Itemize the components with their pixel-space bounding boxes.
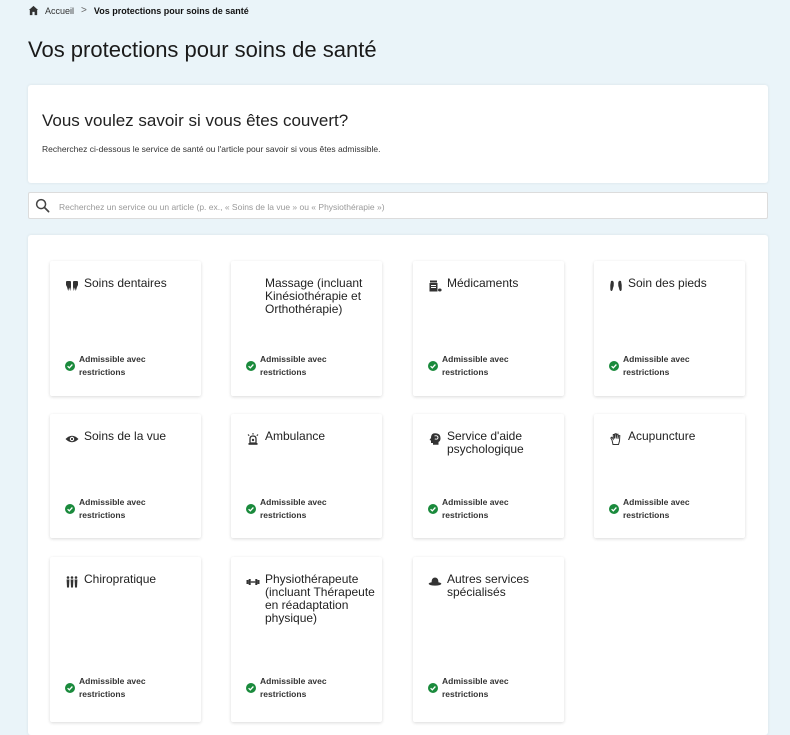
status-text: Admissible avec restrictions — [79, 497, 146, 520]
tile-title: Médicaments — [447, 276, 519, 290]
tile-title: Service d'aide psychologique — [447, 429, 524, 456]
status-badge: Admissible avec restrictions — [609, 353, 703, 379]
intro-text: Recherchez ci-dessous le service de sant… — [42, 144, 381, 154]
status-text: Admissible avec restrictions — [79, 354, 146, 377]
status-badge: Admissible avec restrictions — [609, 496, 703, 522]
tile-title: Ambulance — [265, 429, 326, 443]
search-icon — [35, 198, 50, 213]
page-title: Vos protections pour soins de santé — [28, 37, 377, 62]
intro-heading: Vous voulez savoir si vous êtes couvert? — [42, 111, 349, 130]
teeth-icon — [66, 281, 78, 291]
tile-title: Soin des pieds — [628, 276, 707, 290]
pill-bottle-icon — [429, 280, 442, 292]
check-circle-icon — [65, 683, 75, 693]
tile-massage[interactable]: Massage (incluant Kinésiothérapie et Ort… — [231, 261, 382, 396]
spine-icon — [66, 576, 78, 588]
check-circle-icon — [246, 683, 256, 693]
tile-chiropratique[interactable]: Chiropratique Admissible avec restrictio… — [50, 557, 201, 722]
tile-title: Autres services spécialisés — [447, 572, 530, 599]
status-badge: Admissible avec restrictions — [246, 675, 340, 701]
status-text: Admissible avec restrictions — [260, 497, 327, 520]
intro-card: Vous voulez savoir si vous êtes couvert?… — [28, 85, 768, 183]
tile-medicaments[interactable]: Médicaments Admissible avec restrictions — [413, 261, 564, 396]
status-badge: Admissible avec restrictions — [428, 675, 522, 701]
check-circle-icon — [428, 361, 438, 371]
status-badge: Admissible avec restrictions — [65, 353, 159, 379]
status-badge: Admissible avec restrictions — [65, 675, 159, 701]
status-text: Admissible avec restrictions — [260, 354, 327, 377]
status-text: Admissible avec restrictions — [442, 676, 509, 699]
breadcrumb-home-link[interactable]: Accueil — [45, 6, 74, 16]
check-circle-icon — [65, 504, 75, 514]
tile-title: Soins dentaires — [84, 276, 167, 290]
tile-service-aide-psychologique[interactable]: Service d'aide psychologique Admissible … — [413, 414, 564, 538]
check-circle-icon — [609, 504, 619, 514]
breadcrumb: Accueil > Vos protections pour soins de … — [28, 5, 249, 16]
status-text: Admissible avec restrictions — [79, 676, 146, 699]
tile-soin-des-pieds[interactable]: Soin des pieds Admissible avec restricti… — [594, 261, 745, 396]
status-text: Admissible avec restrictions — [442, 354, 509, 377]
tile-soins-de-la-vue[interactable]: Soins de la vue Admissible avec restrict… — [50, 414, 201, 538]
check-circle-icon — [428, 504, 438, 514]
siren-icon — [247, 433, 259, 445]
tile-acupuncture[interactable]: Acupuncture Admissible avec restrictions — [594, 414, 745, 538]
tile-autres-services[interactable]: Autres services spécialisés Admissible a… — [413, 557, 564, 722]
status-badge: Admissible avec restrictions — [246, 353, 340, 379]
home-icon[interactable] — [28, 5, 39, 16]
hat-icon — [428, 577, 442, 586]
tile-title: Chiropratique — [84, 572, 157, 586]
status-text: Admissible avec restrictions — [623, 354, 690, 377]
status-text: Admissible avec restrictions — [260, 676, 327, 699]
tile-soins-dentaires[interactable]: Soins dentaires Admissible avec restrict… — [50, 261, 201, 396]
status-text: Admissible avec restrictions — [623, 497, 690, 520]
status-badge: Admissible avec restrictions — [428, 353, 522, 379]
tile-title: Soins de la vue — [84, 429, 167, 443]
status-badge: Admissible avec restrictions — [428, 496, 522, 522]
search-input[interactable] — [57, 196, 761, 217]
breadcrumb-separator: > — [81, 5, 87, 16]
search-box — [28, 192, 768, 219]
check-circle-icon — [428, 683, 438, 693]
tile-title: Massage (incluant Kinésiothérapie et Ort… — [265, 276, 363, 316]
status-badge: Admissible avec restrictions — [65, 496, 159, 522]
tile-title: Physiothérapeute (incluant Thérapeute en… — [265, 572, 375, 625]
breadcrumb-current: Vos protections pour soins de santé — [93, 5, 249, 16]
tile-physiotherapeute[interactable]: Physiothérapeute (incluant Thérapeute en… — [231, 557, 382, 722]
check-circle-icon — [609, 361, 619, 371]
feet-icon — [610, 280, 622, 291]
dumbbell-icon — [246, 579, 260, 585]
hand-icon — [610, 433, 621, 445]
eye-icon — [65, 435, 79, 443]
check-circle-icon — [246, 504, 256, 514]
check-circle-icon — [246, 361, 256, 371]
status-badge: Admissible avec restrictions — [246, 496, 340, 522]
coverage-grid: Soins dentaires Admissible avec restrict… — [28, 235, 768, 735]
tile-title: Acupuncture — [628, 429, 696, 443]
head-brain-icon — [429, 433, 441, 445]
check-circle-icon — [65, 361, 75, 371]
tile-ambulance[interactable]: Ambulance Admissible avec restrictions — [231, 414, 382, 538]
status-text: Admissible avec restrictions — [442, 497, 509, 520]
